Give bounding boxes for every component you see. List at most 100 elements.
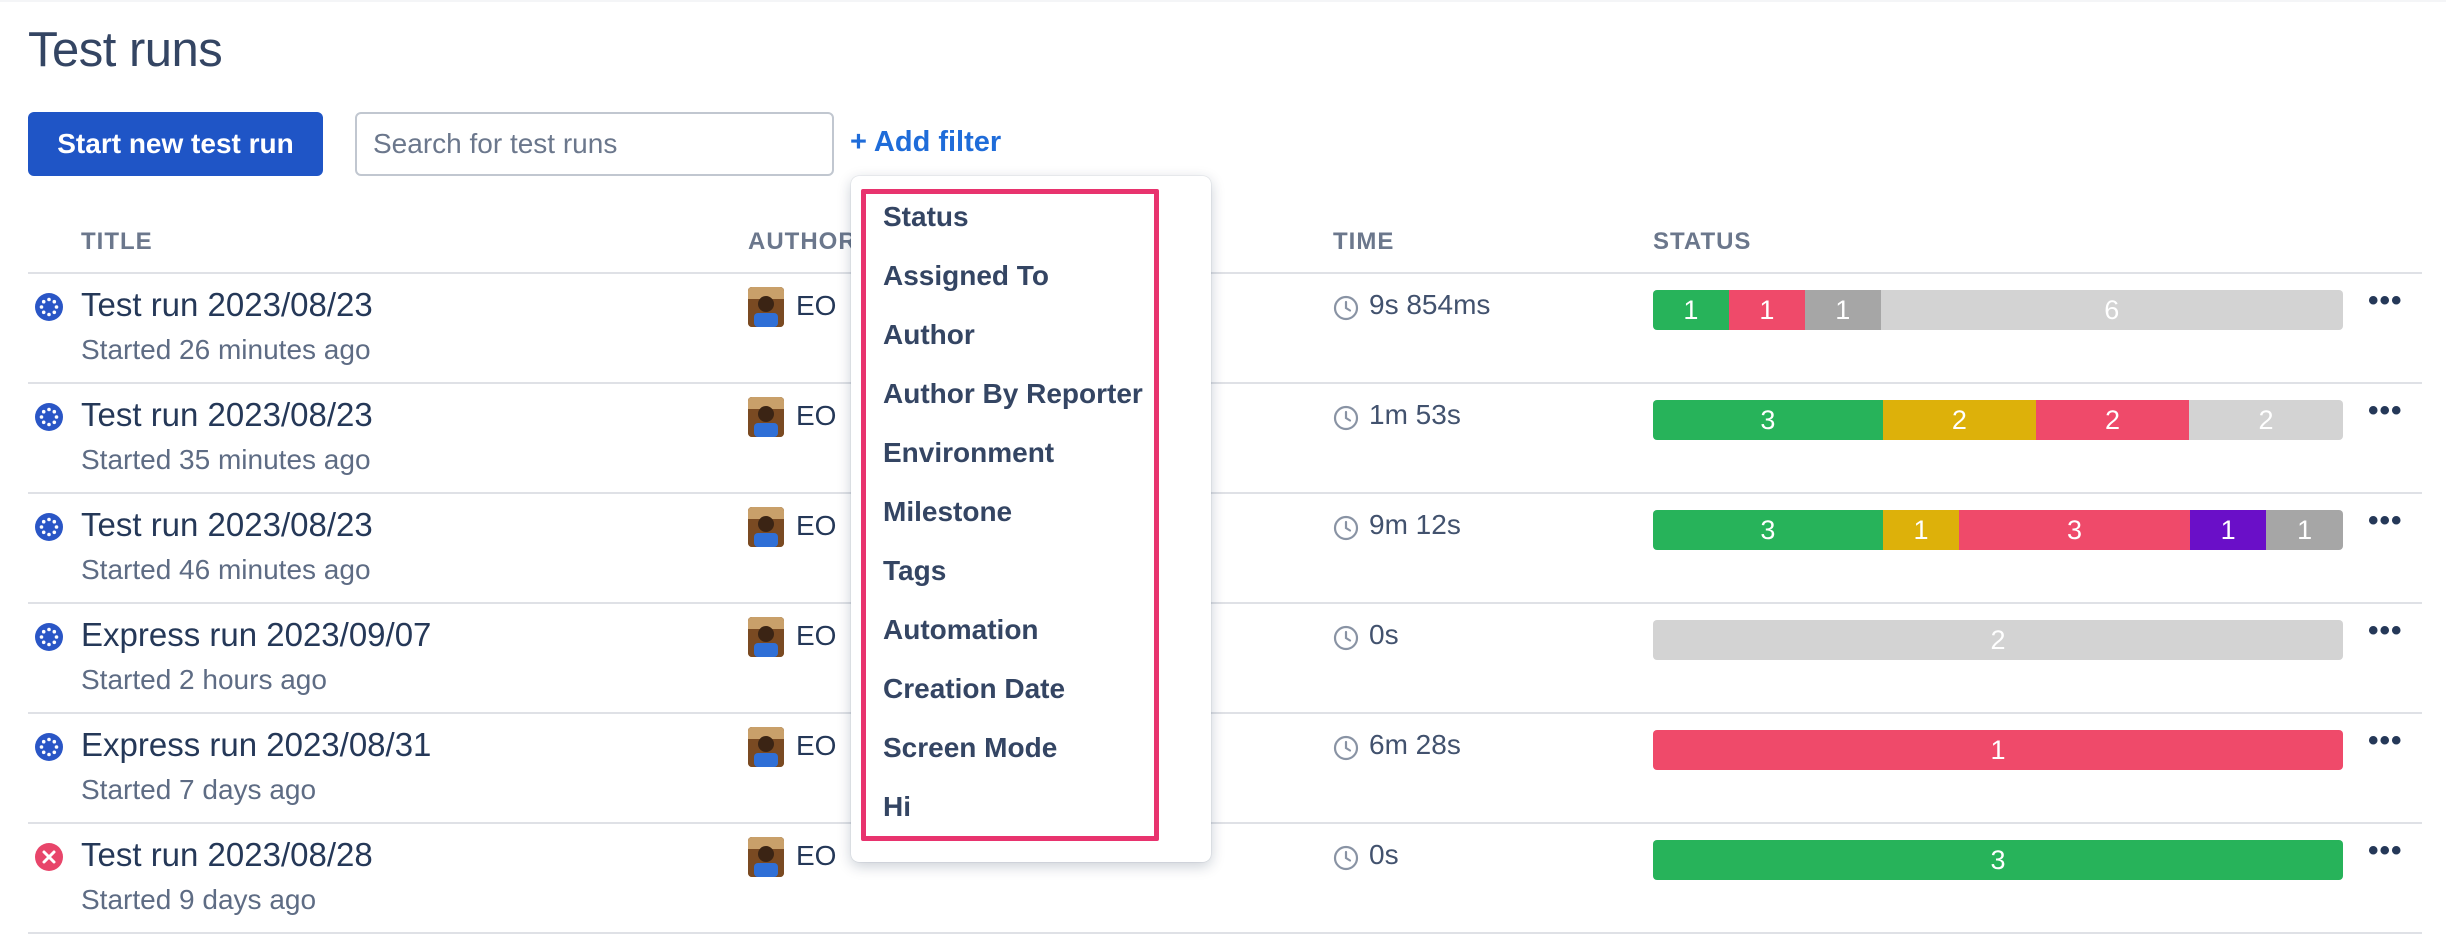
run-duration: 0s bbox=[1369, 839, 1399, 870]
clock-icon bbox=[1333, 295, 1359, 321]
run-title[interactable]: Express run 2023/09/07 bbox=[81, 616, 431, 654]
more-options-icon[interactable]: ••• bbox=[2368, 396, 2403, 426]
run-title[interactable]: Test run 2023/08/28 bbox=[81, 836, 373, 874]
filter-option-creation-date[interactable]: Creation Date bbox=[883, 673, 1065, 705]
status-segment: 1 bbox=[2266, 510, 2343, 550]
filter-option-status[interactable]: Status bbox=[883, 201, 969, 233]
status-segment: 1 bbox=[2189, 510, 2267, 550]
filter-dropdown: Status Assigned To Author Author By Reporte… bbox=[851, 176, 1211, 862]
filter-option-author[interactable]: Author bbox=[883, 319, 975, 351]
header-title[interactable]: TITLE bbox=[81, 228, 153, 256]
run-duration: 9m 12s bbox=[1369, 509, 1461, 540]
header-time[interactable]: TIME bbox=[1333, 228, 1394, 256]
status-segment: 1 bbox=[1804, 290, 1881, 330]
run-started-time: Started 7 days ago bbox=[81, 774, 317, 805]
run-started-time: Started 26 minutes ago bbox=[81, 334, 371, 365]
filter-option-automation[interactable]: Automation bbox=[883, 614, 1039, 646]
filter-option-hi[interactable]: Hi bbox=[883, 791, 911, 823]
search-input[interactable] bbox=[355, 112, 834, 176]
filter-option-assigned-to[interactable]: Assigned To bbox=[883, 260, 1049, 292]
avatar bbox=[748, 617, 784, 657]
header-author[interactable]: AUTHOR bbox=[748, 228, 857, 256]
table-row[interactable]: Test run 2023/08/28 Started 9 days ago E… bbox=[28, 824, 2422, 934]
more-options-icon[interactable]: ••• bbox=[2368, 286, 2403, 316]
author-initials: EO bbox=[796, 730, 837, 761]
run-duration: 0s bbox=[1369, 619, 1399, 650]
header-status[interactable]: STATUS bbox=[1653, 228, 1751, 256]
status-bar[interactable]: 3222 bbox=[1653, 400, 2343, 440]
start-new-test-run-button[interactable]: Start new test run bbox=[28, 112, 323, 176]
status-segment: 1 bbox=[1882, 510, 1960, 550]
status-bar[interactable]: 31311 bbox=[1653, 510, 2343, 550]
status-bar[interactable]: 1116 bbox=[1653, 290, 2343, 330]
table-row[interactable]: Test run 2023/08/23 Started 35 minutes a… bbox=[28, 384, 2422, 494]
status-bar[interactable]: 1 bbox=[1653, 730, 2343, 770]
status-segment: 3 bbox=[1959, 510, 2190, 550]
run-duration: 6m 28s bbox=[1369, 729, 1461, 760]
toolbar: Start new test run + Add filter bbox=[28, 112, 1628, 176]
running-dots-icon bbox=[34, 732, 64, 762]
table-row[interactable]: Express run 2023/09/07 Started 2 hours a… bbox=[28, 604, 2422, 714]
table-body: Test run 2023/08/23 Started 26 minutes a… bbox=[28, 274, 2422, 934]
clock-icon bbox=[1333, 845, 1359, 871]
avatar bbox=[748, 727, 784, 767]
table-row[interactable]: Test run 2023/08/23 Started 26 minutes a… bbox=[28, 274, 2422, 384]
status-segment: 2 bbox=[1882, 400, 2036, 440]
author-initials: EO bbox=[796, 840, 837, 871]
table-row[interactable]: Test run 2023/08/23 Started 46 minutes a… bbox=[28, 494, 2422, 604]
run-started-time: Started 2 hours ago bbox=[81, 664, 327, 695]
status-segment: 6 bbox=[1880, 290, 2343, 330]
run-duration: 1m 53s bbox=[1369, 399, 1461, 430]
run-started-time: Started 9 days ago bbox=[81, 884, 317, 915]
filter-option-milestone[interactable]: Milestone bbox=[883, 496, 1012, 528]
run-title[interactable]: Test run 2023/08/23 bbox=[81, 396, 373, 434]
filter-option-screen-mode[interactable]: Screen Mode bbox=[883, 732, 1057, 764]
running-dots-icon bbox=[34, 292, 64, 322]
more-options-icon[interactable]: ••• bbox=[2368, 506, 2403, 536]
status-segment: 2 bbox=[2035, 400, 2190, 440]
avatar bbox=[748, 397, 784, 437]
clock-icon bbox=[1333, 735, 1359, 761]
clock-icon bbox=[1333, 405, 1359, 431]
clock-icon bbox=[1333, 625, 1359, 651]
avatar bbox=[748, 837, 784, 877]
run-title[interactable]: Test run 2023/08/23 bbox=[81, 286, 373, 324]
run-started-time: Started 35 minutes ago bbox=[81, 444, 371, 475]
avatar bbox=[748, 507, 784, 547]
run-title[interactable]: Express run 2023/08/31 bbox=[81, 726, 431, 764]
author-initials: EO bbox=[796, 290, 837, 321]
status-segment: 1 bbox=[1728, 290, 1805, 330]
status-segment: 1 bbox=[1653, 730, 2343, 770]
status-segment: 1 bbox=[1653, 290, 1729, 330]
failed-x-icon bbox=[34, 842, 64, 872]
more-options-icon[interactable]: ••• bbox=[2368, 836, 2403, 866]
filter-option-tags[interactable]: Tags bbox=[883, 555, 946, 587]
author-initials: EO bbox=[796, 620, 837, 651]
clock-icon bbox=[1333, 515, 1359, 541]
status-segment: 3 bbox=[1653, 510, 1883, 550]
run-title[interactable]: Test run 2023/08/23 bbox=[81, 506, 373, 544]
more-options-icon[interactable]: ••• bbox=[2368, 726, 2403, 756]
author-initials: EO bbox=[796, 510, 837, 541]
status-segment: 2 bbox=[1653, 620, 2343, 660]
author-initials: EO bbox=[796, 400, 837, 431]
status-segment: 3 bbox=[1653, 840, 2343, 880]
run-started-time: Started 46 minutes ago bbox=[81, 554, 371, 585]
status-bar[interactable]: 2 bbox=[1653, 620, 2343, 660]
table-row[interactable]: Express run 2023/08/31 Started 7 days ag… bbox=[28, 714, 2422, 824]
more-options-icon[interactable]: ••• bbox=[2368, 616, 2403, 646]
running-dots-icon bbox=[34, 622, 64, 652]
table-header: TITLE AUTHOR TIME STATUS bbox=[28, 214, 2422, 274]
running-dots-icon bbox=[34, 402, 64, 432]
filter-option-environment[interactable]: Environment bbox=[883, 437, 1054, 469]
page-title: Test runs bbox=[28, 23, 223, 77]
add-filter-button[interactable]: + Add filter bbox=[850, 126, 1001, 159]
status-segment: 2 bbox=[2189, 400, 2343, 440]
avatar bbox=[748, 287, 784, 327]
filter-option-author-by-reporter[interactable]: Author By Reporter bbox=[883, 378, 1143, 410]
top-divider bbox=[0, 0, 2446, 2]
test-runs-table: TITLE AUTHOR TIME STATUS Test run 2023/0… bbox=[28, 214, 2422, 934]
status-bar[interactable]: 3 bbox=[1653, 840, 2343, 880]
running-dots-icon bbox=[34, 512, 64, 542]
run-duration: 9s 854ms bbox=[1369, 289, 1491, 320]
